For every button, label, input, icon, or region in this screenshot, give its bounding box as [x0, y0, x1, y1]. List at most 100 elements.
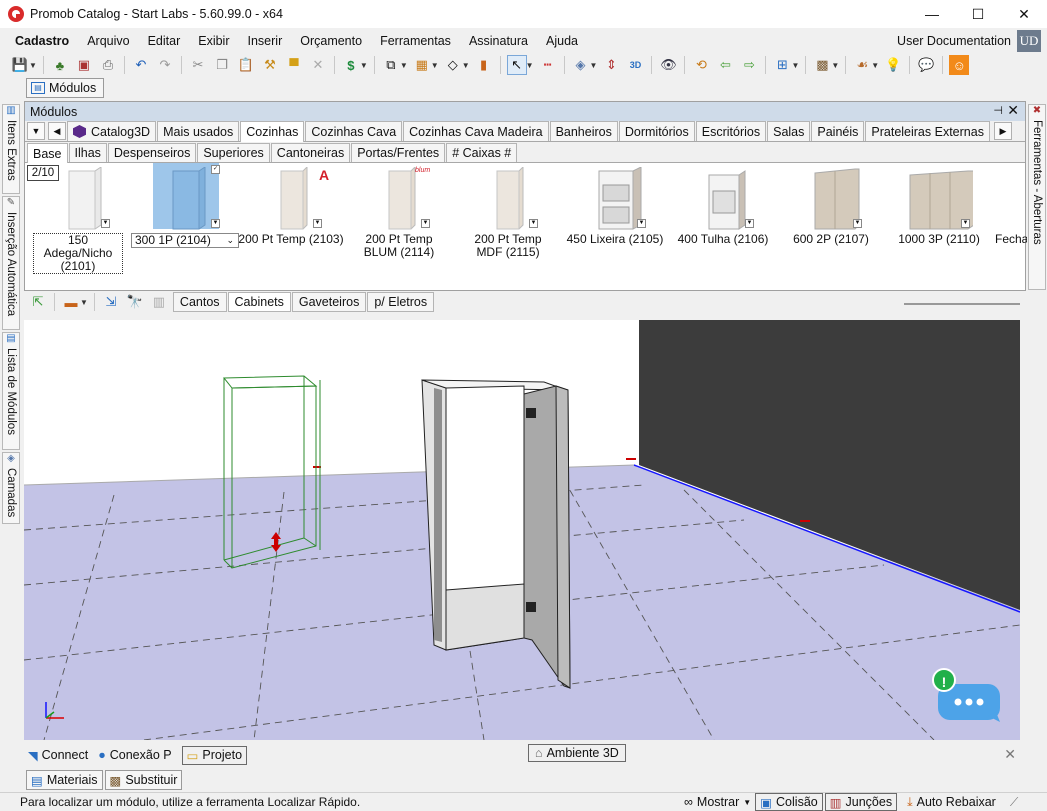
minimize-button[interactable]: —	[909, 0, 955, 28]
rotate-icon[interactable]: ⟲	[691, 55, 711, 75]
subtab-portas-frentes[interactable]: Portas/Frentes	[351, 143, 446, 162]
tab-banheiros[interactable]: Banheiros	[549, 121, 618, 141]
subtab-caixas[interactable]: # Caixas #	[446, 143, 518, 162]
tab-escritorios[interactable]: Escritórios	[695, 121, 767, 141]
door-icon[interactable]: ▮	[474, 55, 494, 75]
chevron-right-icon[interactable]: ▶	[993, 122, 1012, 140]
paste-icon[interactable]: 📋	[236, 55, 256, 75]
checkbox-icon[interactable]: ▼	[421, 219, 430, 228]
chevron-down-icon[interactable]: ▼	[80, 298, 88, 307]
menu-inserir[interactable]: Inserir	[239, 30, 292, 52]
module-item-2103[interactable]: A ▼ 200 Pt Temp (2103)	[237, 167, 345, 262]
viewport-3d[interactable]: !	[24, 320, 1020, 740]
juncoes-toggle[interactable]: ▥ Junções	[824, 793, 898, 811]
printer-icon[interactable]: ⎙	[98, 55, 118, 75]
layout-icon[interactable]: ⧉	[381, 55, 401, 75]
module-item-2104[interactable]: ✓ ▼ 300 1P (2104) ⌄	[129, 163, 239, 262]
module-item-fecha[interactable]: Fecha	[975, 167, 1027, 262]
side-tab-lista-de-modulos[interactable]: ▤ Lista de Módulos	[2, 332, 20, 450]
conexao-tab[interactable]: ● Conexão P	[98, 748, 171, 762]
side-tab-camadas[interactable]: ◈ Camadas	[2, 452, 20, 524]
lamp-icon[interactable]: ☙	[852, 55, 872, 75]
module-item-2106[interactable]: ▼ 400 Tulha (2106)	[669, 167, 777, 262]
brush-icon[interactable]: ⟋	[1010, 795, 1018, 810]
select-pointer-icon[interactable]: ↖	[506, 55, 527, 75]
copy-icon[interactable]: ❐	[212, 55, 232, 75]
box-icon[interactable]: ▩	[812, 55, 832, 75]
viewer-tab-cabinets[interactable]: Cabinets	[227, 292, 291, 312]
chat-support-button[interactable]: !	[932, 668, 1002, 722]
chevron-down-icon[interactable]: ▼	[526, 61, 534, 70]
auto-rebaixar-toggle[interactable]: ⤓ Auto Rebaixar	[903, 793, 1000, 811]
delete-icon[interactable]: ✕	[308, 55, 328, 75]
shape-icon[interactable]: ◇	[443, 55, 463, 75]
tab-cozinhas-cava[interactable]: Cozinhas Cava	[305, 121, 403, 141]
scene-3d[interactable]	[24, 320, 1020, 740]
tab-catalog3d[interactable]: Catalog3D	[67, 121, 157, 141]
checkbox-icon[interactable]: ▼	[211, 219, 220, 228]
maximize-button[interactable]: ☐	[955, 0, 1001, 28]
pin-icon[interactable]: ⊣	[993, 104, 1003, 117]
chevron-down-icon[interactable]: ▼	[791, 61, 799, 70]
menu-arquivo[interactable]: Arquivo	[78, 30, 138, 52]
tab-mais-usados[interactable]: Mais usados	[157, 121, 240, 141]
module-item-2115[interactable]: ▼ 200 Pt Temp MDF (2115)	[453, 167, 561, 262]
tab-materiais[interactable]: ▤ Materiais	[26, 770, 103, 790]
viewer-tab-cantos[interactable]: Cantos	[172, 292, 227, 312]
viewer-tab-gaveteiros[interactable]: Gaveteiros	[291, 292, 367, 312]
user-avatar[interactable]: UD	[1017, 30, 1041, 52]
chevron-down-icon[interactable]: ▼	[462, 61, 470, 70]
chevron-down-icon[interactable]: ▼	[831, 61, 839, 70]
chevron-down-icon[interactable]: ▼	[400, 61, 408, 70]
close-panel-button[interactable]: ✕	[1007, 102, 1019, 119]
measure-icon[interactable]: ┅	[538, 55, 558, 75]
menu-orcamento[interactable]: Orçamento	[291, 30, 371, 52]
chevron-down-icon[interactable]: ▼	[871, 61, 879, 70]
viewer-tab-p-eletros[interactable]: p/ Eletros	[367, 292, 435, 312]
checkbox-icon[interactable]: ▼	[745, 219, 754, 228]
lightbulb-icon[interactable]: 💡	[883, 55, 903, 75]
arrow-right-icon[interactable]: ⇨	[739, 55, 759, 75]
module-item-2107[interactable]: ▼ 600 2P (2107)	[777, 167, 885, 262]
chevron-down-icon[interactable]: ▼	[27, 122, 45, 140]
eye-icon[interactable]: 👁	[658, 55, 678, 75]
subtab-despenseiros[interactable]: Despenseiros	[107, 143, 197, 162]
binoculars-icon[interactable]: 🔭	[125, 292, 145, 312]
chevron-down-icon[interactable]: ▼	[431, 61, 439, 70]
arrow-left-icon[interactable]: ⇦	[715, 55, 735, 75]
dimension-icon[interactable]: ⇕	[601, 55, 621, 75]
side-tab-insercao-automatica[interactable]: ✎ Inserção Automática	[2, 196, 20, 330]
checkbox-icon[interactable]: ▼	[313, 219, 322, 228]
chevron-down-icon[interactable]: ▼	[590, 61, 598, 70]
subtab-ilhas[interactable]: Ilhas	[68, 143, 107, 162]
checkbox-icon[interactable]: ▼	[853, 219, 862, 228]
module-item-2114[interactable]: blum ▼ 200 Pt Temp BLUM (2114)	[345, 167, 453, 262]
menu-exibir[interactable]: Exibir	[189, 30, 238, 52]
module-item-2101[interactable]: ▼ 150 Adega/Nicho (2101)	[25, 167, 133, 274]
checkbox-icon[interactable]: ▼	[637, 219, 646, 228]
move-icon[interactable]: ⇱	[28, 292, 48, 312]
connect-tab[interactable]: ◥ Connect	[28, 748, 88, 763]
view-3d-icon[interactable]: 3D	[625, 55, 645, 75]
menu-cadastro[interactable]: Cadastro	[0, 30, 78, 52]
close-window-button[interactable]: ✕	[1001, 0, 1047, 28]
redo-icon[interactable]: ↷	[155, 55, 175, 75]
user-documentation-link[interactable]: User Documentation	[897, 34, 1011, 48]
chevron-down-icon[interactable]: ▼	[29, 61, 37, 70]
budget-icon[interactable]: $	[341, 55, 361, 75]
checkbox-icon[interactable]: ▼	[101, 219, 110, 228]
chevron-down-icon[interactable]: ▼	[360, 61, 368, 70]
tab-cozinhas[interactable]: Cozinhas	[240, 121, 305, 142]
profile-icon[interactable]: ☺	[949, 55, 970, 75]
insert-icon[interactable]: ⇲	[101, 292, 121, 312]
colisao-toggle[interactable]: ▣ Colisão	[755, 793, 823, 811]
tab-dormitorios[interactable]: Dormitórios	[618, 121, 695, 141]
subtab-base[interactable]: Base	[27, 143, 68, 163]
chevron-left-icon[interactable]: ◀	[48, 122, 66, 140]
chat-icon[interactable]: 💬	[916, 55, 936, 75]
horizontal-scrollbar[interactable]	[904, 303, 1020, 305]
subtab-superiores[interactable]: Superiores	[197, 143, 270, 162]
projeto-tab[interactable]: ▭ Projeto	[181, 745, 248, 765]
save-icon[interactable]: 💾	[10, 55, 30, 75]
ambiente-3d-tab[interactable]: ⌂ Ambiente 3D	[528, 744, 626, 762]
